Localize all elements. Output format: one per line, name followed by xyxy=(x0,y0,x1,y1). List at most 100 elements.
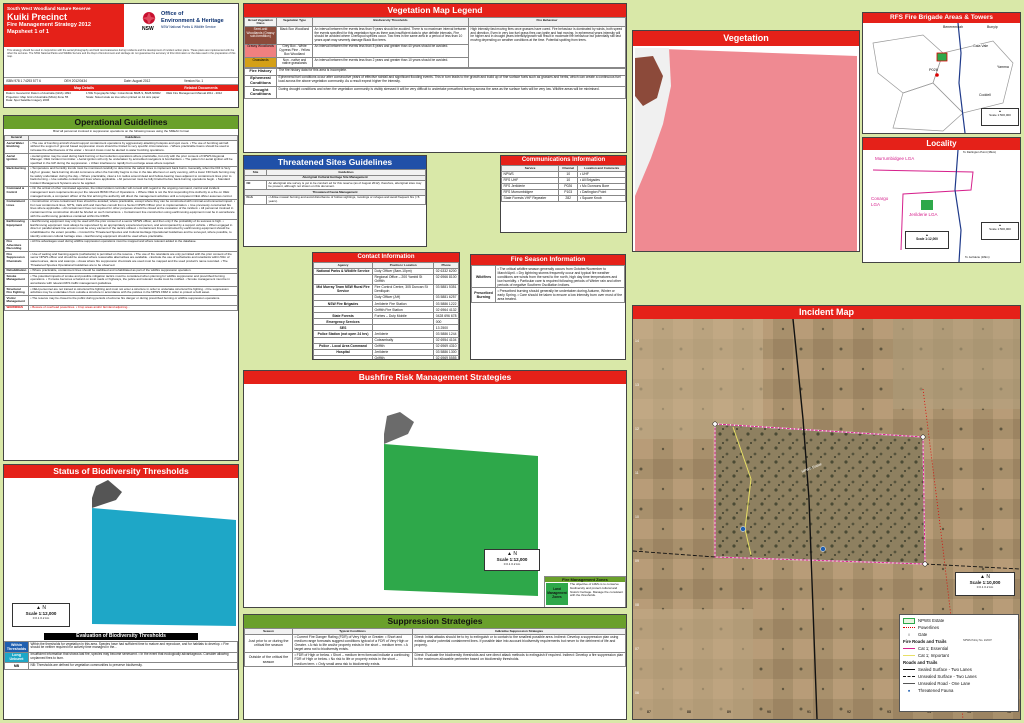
guideline-text: • Earthmoving equipment may only be used… xyxy=(27,218,238,240)
legend-label: NPWS Estate xyxy=(918,617,945,623)
veg-type: Non - native and native grasslands xyxy=(276,57,313,68)
legend-item: Cat 1; Essential xyxy=(903,645,1015,652)
operational-guidelines: Operational Guidelines Brief all personn… xyxy=(3,115,239,461)
powerline-swatch xyxy=(903,627,915,628)
land-management-zone xyxy=(384,444,538,596)
table-row: Command & Control • On the arrival of oth… xyxy=(4,185,238,200)
guideline-text: • Temperature and humidity trends must b… xyxy=(27,165,238,187)
svg-text:NSW: NSW xyxy=(142,26,154,31)
threatened-fauna-icon xyxy=(820,546,826,552)
map-details: Datum: Geocentric Datum of Australia (GD… xyxy=(6,91,71,103)
legend-label: Cat 1; Important xyxy=(918,652,949,658)
suppression-strategy: Direct: Initial attacks should be to try… xyxy=(412,633,626,653)
title-block: South West Woodland Nature Reserve Kuiki… xyxy=(3,3,239,108)
npws-estate-swatch xyxy=(903,617,915,624)
road-swatch xyxy=(903,676,915,677)
guideline-topic: Structural Fire Fighting xyxy=(4,286,29,297)
biodiversity-status-title: Status of Biodiversity Thresholds xyxy=(4,465,238,478)
legend-label: Cat 1; Essential xyxy=(918,645,949,651)
veg-fire-behaviour: High intensity fast moving fires once gr… xyxy=(468,26,626,68)
table-row: Wildfires • The critical wildfire season … xyxy=(471,264,625,289)
incident-map-panel: Incident Map NPWS Estate 87 88 89 90 91 … xyxy=(632,305,1021,720)
contact-position: Griffith xyxy=(372,354,435,359)
guideline-text: • Construction of new containment lines … xyxy=(27,198,238,220)
suppression-title: Suppression Strategies xyxy=(244,615,626,628)
vegetation-legend-table: Broad Vegetation Class Vegetation Type B… xyxy=(244,16,626,68)
vegetation-legend: Vegetation Map Legend Broad Vegetation C… xyxy=(243,3,627,153)
legend-item: Fire Roads and Trails xyxy=(903,638,1015,645)
legend-item: Cat 1; Important xyxy=(903,652,1015,659)
locality-label-conargo: Conargo LGA xyxy=(871,196,889,207)
veg-class: Grasslands xyxy=(244,57,277,68)
locality-panel: Locality Murrumbidgee LGA Conargo LGA Je… xyxy=(862,137,1021,263)
legend-label: Gate xyxy=(918,631,928,637)
contact-phone: 02 6966 8100 xyxy=(433,273,459,285)
contact-position: Fire Control Centre, 305 Duncan St Denil… xyxy=(372,283,435,295)
guideline-topic: Aerial Water Bombing xyxy=(4,140,29,155)
biodiversity-scale: ▲ N Scale 1:12,000 0 0.1 0.2 km xyxy=(12,603,70,627)
gate-icon: ○ xyxy=(907,631,911,637)
table-row: Drought Conditions During drought conditi… xyxy=(244,86,626,99)
veg-extra-key: Fire History xyxy=(244,67,277,76)
id-row: ISBN 978 1 74293 577 6 OEH 2012/0434 Dat… xyxy=(4,77,238,85)
map-date: Date: August 2012 xyxy=(124,79,151,83)
vegetation-map-panel: Vegetation xyxy=(632,30,860,252)
veg-threshold: An interval between fire events less tha… xyxy=(312,57,469,68)
table-row: Visitor Management • The reserve may be c… xyxy=(4,295,238,306)
legend-label: Threatened Fauna xyxy=(918,687,954,693)
eval-class: Long Unburnt xyxy=(4,651,29,664)
incident-legend: NPWS Estate Powerlines ○ Gate Fire Roads and… xyxy=(899,614,1019,712)
rfs-title: RFS Fire Brigade Areas & Towers xyxy=(863,13,1020,23)
contact-phone: 02 6969 5555 xyxy=(433,354,459,359)
rfs-scale: ▲ Scale 1:500,000 xyxy=(981,108,1019,126)
legend-item: Unsealed Surface - Two Lanes xyxy=(903,673,1015,680)
guideline-text: • The use of bombing aircraft should sup… xyxy=(27,140,238,155)
legend-item: ○ Gate xyxy=(903,631,1015,638)
operational-title: Operational Guidelines xyxy=(4,116,238,129)
rfs-label-galavale: Gala Vale xyxy=(973,44,989,49)
bushfire-title: Bushfire Risk Management Strategies xyxy=(244,371,626,384)
bushfire-scale: ▲ N Scale 1:12,000 0 0.1 0.2 km xyxy=(484,549,540,571)
contact-agency xyxy=(313,273,374,285)
table-row: Fire Suppression Chemicals • Use of wetti… xyxy=(4,251,238,269)
suppression-strategies: Suppression Strategies Season Typical Co… xyxy=(243,614,627,720)
locality-title: Locality xyxy=(863,138,1020,150)
fire-season-title: Fire Season Information xyxy=(471,255,625,265)
legend-label: Roads and Trails xyxy=(903,659,938,665)
communications: Communications Information Service Chann… xyxy=(500,155,627,233)
mapsheet-label: Mapsheet 1 of 1 xyxy=(7,28,49,35)
rfs-label-coddell: Coddell xyxy=(979,93,991,97)
guideline-topic: WARNINGS xyxy=(4,304,29,312)
threatened-fauna-icon: ● xyxy=(907,687,911,693)
fmz-zone-swatch: Land Management Zones xyxy=(546,583,568,605)
fmz-desc: The objective of LMZs is to conserve bio… xyxy=(570,582,624,598)
x-tick-label: 92 xyxy=(847,710,851,714)
legend-item: Powerlines xyxy=(903,624,1015,631)
legend-label: Unsealed Surface - Two Lanes xyxy=(918,673,977,679)
line-swatch xyxy=(903,654,915,657)
table-row: Smoke Management • The potential impacts … xyxy=(4,273,238,288)
table-row: Prescribed Burning • Prescribed burning s… xyxy=(471,287,625,303)
veg-class: Semi-arid Woodlands (Grassy sub-formatio… xyxy=(244,26,277,45)
table-row: Regional Office – 200 Yambil St Griffith… xyxy=(313,273,459,285)
suppression-strategy: Direct: Evaluate the biodiversity thresh… xyxy=(412,651,626,668)
guideline-text: • On the arrival of other nominated agen… xyxy=(27,185,238,200)
table-row: State Forests VHF Repeater 282 • Square Kn… xyxy=(501,194,626,202)
contact-agency: Mid Murray Team NSW Rural Fire Service xyxy=(313,283,374,295)
x-tick-label: 89 xyxy=(727,710,731,714)
x-tick-label: 88 xyxy=(687,710,691,714)
y-tick-label: 08 xyxy=(635,603,639,607)
guideline-text: • All fire advantages used during wildfi… xyxy=(27,238,238,253)
gate-icon xyxy=(922,561,928,567)
table-row: Griffith 02 6969 5555 xyxy=(313,354,459,359)
legend-label: Sealed Surface - Two Lanes xyxy=(918,666,972,672)
legend-label: Powerlines xyxy=(918,624,940,630)
guideline-text: • Aerial ignition may be used during bac… xyxy=(27,153,238,167)
table-row: Aerial Ignition • Aerial ignition may be … xyxy=(4,153,238,167)
suppression-conditions: • Current Fire Danger Rating (FDR) of Ve… xyxy=(292,633,413,653)
guideline-topic: Smoke Management xyxy=(4,273,29,288)
title-banner: South West Woodland Nature Reserve Kuiki… xyxy=(4,4,124,47)
line-swatch xyxy=(903,647,915,650)
veg-threshold: An interval between fire events less tha… xyxy=(312,43,469,59)
legend-label: Fire Roads and Trails xyxy=(903,638,947,644)
